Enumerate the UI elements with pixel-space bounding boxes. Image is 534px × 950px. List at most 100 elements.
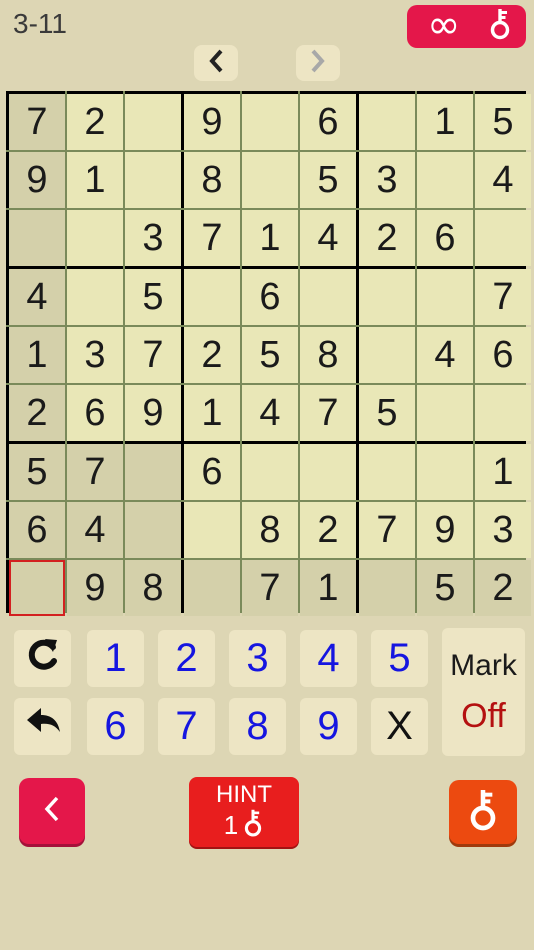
sudoku-cell-r4-c7[interactable] [359,269,415,325]
sudoku-cell-r2-c9[interactable]: 4 [475,152,531,208]
digit-7-button[interactable]: 7 [158,698,215,755]
key-button[interactable] [449,780,517,844]
digit-5-button[interactable]: 5 [371,630,428,687]
sudoku-cell-r3-c1[interactable] [9,210,65,266]
sudoku-cell-r4-c5[interactable]: 6 [242,269,298,325]
sudoku-cell-r1-c1[interactable]: 7 [9,94,65,150]
sudoku-cell-r7-c8[interactable] [417,444,473,500]
sudoku-cell-r7-c6[interactable] [300,444,356,500]
keys-badge[interactable]: ∞ [407,5,526,48]
sudoku-cell-r7-c9[interactable]: 1 [475,444,531,500]
sudoku-cell-r9-c2[interactable]: 9 [67,560,123,616]
sudoku-cell-r3-c5[interactable]: 1 [242,210,298,266]
digit-8-button[interactable]: 8 [229,698,286,755]
sudoku-cell-r6-c7[interactable]: 5 [359,385,415,441]
sudoku-cell-r9-c4[interactable] [184,560,240,616]
sudoku-cell-r9-c3[interactable]: 8 [125,560,181,616]
redo-button[interactable] [14,630,71,687]
sudoku-cell-r5-c7[interactable] [359,327,415,383]
sudoku-cell-r1-c9[interactable]: 5 [475,94,531,150]
sudoku-cell-r9-c5[interactable]: 7 [242,560,298,616]
sudoku-cell-r7-c4[interactable]: 6 [184,444,240,500]
sudoku-cell-r2-c4[interactable]: 8 [184,152,240,208]
sudoku-cell-r2-c2[interactable]: 1 [67,152,123,208]
sudoku-cell-r3-c4[interactable]: 7 [184,210,240,266]
prev-puzzle-button[interactable] [194,45,238,81]
sudoku-cell-r1-c4[interactable]: 9 [184,94,240,150]
sudoku-cell-r6-c8[interactable] [417,385,473,441]
mark-toggle-button[interactable]: Mark Off [442,628,525,756]
next-puzzle-button[interactable] [296,45,340,81]
undo-button[interactable] [14,698,71,755]
sudoku-cell-r8-c6[interactable]: 2 [300,502,356,558]
sudoku-cell-r6-c4[interactable]: 1 [184,385,240,441]
sudoku-cell-r1-c8[interactable]: 1 [417,94,473,150]
sudoku-cell-r3-c9[interactable] [475,210,531,266]
sudoku-cell-r5-c8[interactable]: 4 [417,327,473,383]
sudoku-cell-r8-c9[interactable]: 3 [475,502,531,558]
sudoku-cell-r8-c8[interactable]: 9 [417,502,473,558]
sudoku-cell-r7-c7[interactable] [359,444,415,500]
sudoku-cell-r5-c9[interactable]: 6 [475,327,531,383]
sudoku-cell-r5-c6[interactable]: 8 [300,327,356,383]
sudoku-cell-r9-c8[interactable]: 5 [417,560,473,616]
sudoku-cell-r6-c5[interactable]: 4 [242,385,298,441]
sudoku-cell-r5-c1[interactable]: 1 [9,327,65,383]
sudoku-cell-r8-c3[interactable] [125,502,181,558]
sudoku-cell-r5-c3[interactable]: 7 [125,327,181,383]
digit-9-button[interactable]: 9 [300,698,357,755]
sudoku-cell-r8-c1[interactable]: 6 [9,502,65,558]
sudoku-cell-r1-c6[interactable]: 6 [300,94,356,150]
sudoku-cell-r2-c3[interactable] [125,152,181,208]
sudoku-cell-r2-c5[interactable] [242,152,298,208]
digit-2-button[interactable]: 2 [158,630,215,687]
erase-button[interactable]: X [371,698,428,755]
sudoku-cell-r4-c8[interactable] [417,269,473,325]
sudoku-cell-r7-c5[interactable] [242,444,298,500]
sudoku-cell-r3-c6[interactable]: 4 [300,210,356,266]
sudoku-cell-r9-c6[interactable]: 1 [300,560,356,616]
sudoku-cell-r3-c8[interactable]: 6 [417,210,473,266]
sudoku-cell-r3-c7[interactable]: 2 [359,210,415,266]
sudoku-cell-r9-c7[interactable] [359,560,415,616]
sudoku-cell-r8-c7[interactable]: 7 [359,502,415,558]
sudoku-cell-r4-c3[interactable]: 5 [125,269,181,325]
digit-3-button[interactable]: 3 [229,630,286,687]
sudoku-cell-r1-c3[interactable] [125,94,181,150]
sudoku-cell-r6-c3[interactable]: 9 [125,385,181,441]
sudoku-cell-r3-c2[interactable] [67,210,123,266]
sudoku-cell-r9-c9[interactable]: 2 [475,560,531,616]
sudoku-cell-r8-c2[interactable]: 4 [67,502,123,558]
sudoku-cell-r6-c9[interactable] [475,385,531,441]
sudoku-cell-r8-c5[interactable]: 8 [242,502,298,558]
sudoku-cell-r2-c8[interactable] [417,152,473,208]
sudoku-cell-r7-c1[interactable]: 5 [9,444,65,500]
back-button[interactable] [19,778,85,844]
hint-button[interactable]: HINT 1 [189,777,299,847]
sudoku-cell-r4-c4[interactable] [184,269,240,325]
sudoku-cell-r6-c2[interactable]: 6 [67,385,123,441]
sudoku-cell-r9-c1[interactable] [9,560,65,616]
sudoku-cell-r5-c2[interactable]: 3 [67,327,123,383]
sudoku-cell-r6-c6[interactable]: 7 [300,385,356,441]
sudoku-cell-r2-c7[interactable]: 3 [359,152,415,208]
sudoku-cell-r5-c4[interactable]: 2 [184,327,240,383]
sudoku-cell-r4-c2[interactable] [67,269,123,325]
sudoku-cell-r1-c7[interactable] [359,94,415,150]
sudoku-cell-r4-c1[interactable]: 4 [9,269,65,325]
sudoku-cell-r4-c9[interactable]: 7 [475,269,531,325]
sudoku-cell-r4-c6[interactable] [300,269,356,325]
sudoku-cell-r7-c2[interactable]: 7 [67,444,123,500]
sudoku-cell-r1-c5[interactable] [242,94,298,150]
sudoku-cell-r7-c3[interactable] [125,444,181,500]
sudoku-cell-r5-c5[interactable]: 5 [242,327,298,383]
digit-4-button[interactable]: 4 [300,630,357,687]
sudoku-cell-r1-c2[interactable]: 2 [67,94,123,150]
digit-1-button[interactable]: 1 [87,630,144,687]
sudoku-cell-r6-c1[interactable]: 2 [9,385,65,441]
digit-6-button[interactable]: 6 [87,698,144,755]
sudoku-cell-r2-c1[interactable]: 9 [9,152,65,208]
sudoku-cell-r8-c4[interactable] [184,502,240,558]
sudoku-cell-r3-c3[interactable]: 3 [125,210,181,266]
sudoku-cell-r2-c6[interactable]: 5 [300,152,356,208]
